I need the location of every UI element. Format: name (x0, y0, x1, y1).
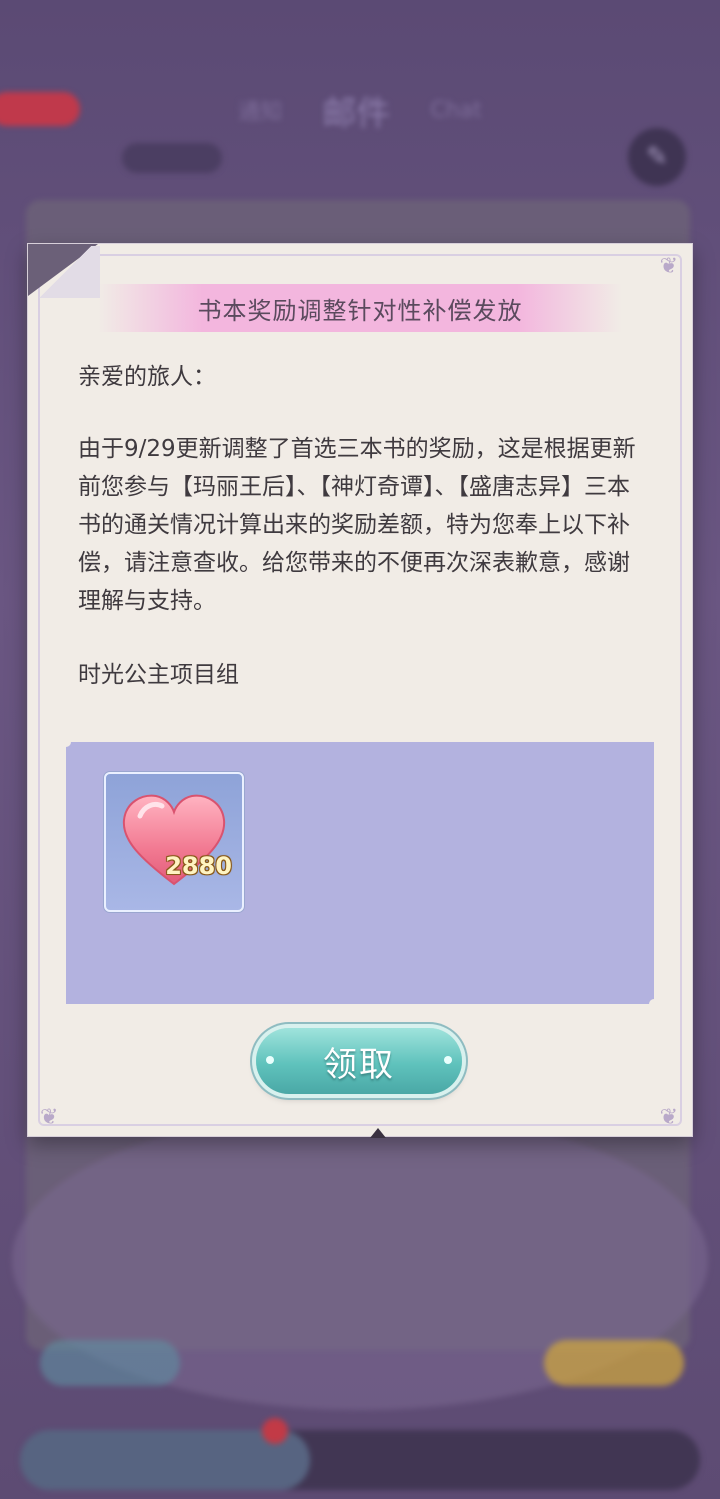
flourish-icon: ❦ (40, 1105, 59, 1130)
gem-decoration-icon (266, 1056, 274, 1064)
mail-content: 由于9/29更新调整了首选三本书的奖励，这是根据更新前您参与【玛丽王后】、【神灯… (78, 436, 636, 614)
flourish-icon: ❦ (659, 1105, 678, 1130)
reward-item[interactable]: 2880 (104, 772, 244, 912)
mail-title: 书本奖励调整针对性补偿发放 (197, 296, 523, 325)
edit-icon: ✎ (628, 128, 686, 186)
background-button-right (544, 1340, 684, 1386)
mail-card: ❦ ❦ ❦ 书本奖励调整针对性补偿发放 亲爱的旅人： 由于9/29更新调整了首选… (28, 244, 692, 1138)
mail-greeting: 亲爱的旅人： (78, 364, 216, 390)
reward-quantity: 2880 (165, 852, 232, 880)
background-header-title: 邮件 (322, 93, 391, 134)
gem-decoration-icon (444, 1056, 452, 1064)
claim-button[interactable]: 领取 (256, 1028, 462, 1094)
flourish-icon: ❦ (659, 254, 678, 279)
card-pointer (370, 1128, 386, 1138)
notification-dot (262, 1418, 288, 1444)
mail-title-bar: 书本奖励调整针对性补偿发放 (98, 284, 622, 332)
claim-button-label: 领取 (323, 1044, 395, 1085)
background-button-left (40, 1340, 180, 1386)
page-fold-shade (30, 246, 100, 298)
mail-signature: 时光公主项目组 (78, 662, 239, 688)
background-header-right: Chat (430, 97, 482, 123)
background-header: 通知 邮件 Chat (0, 70, 720, 150)
background-pill (122, 143, 222, 173)
reward-panel: 2880 (61, 737, 659, 1009)
background-header-left: 通知 (238, 100, 283, 125)
mail-body: 亲爱的旅人： 由于9/29更新调整了首选三本书的奖励，这是根据更新前您参与【玛丽… (78, 358, 648, 728)
